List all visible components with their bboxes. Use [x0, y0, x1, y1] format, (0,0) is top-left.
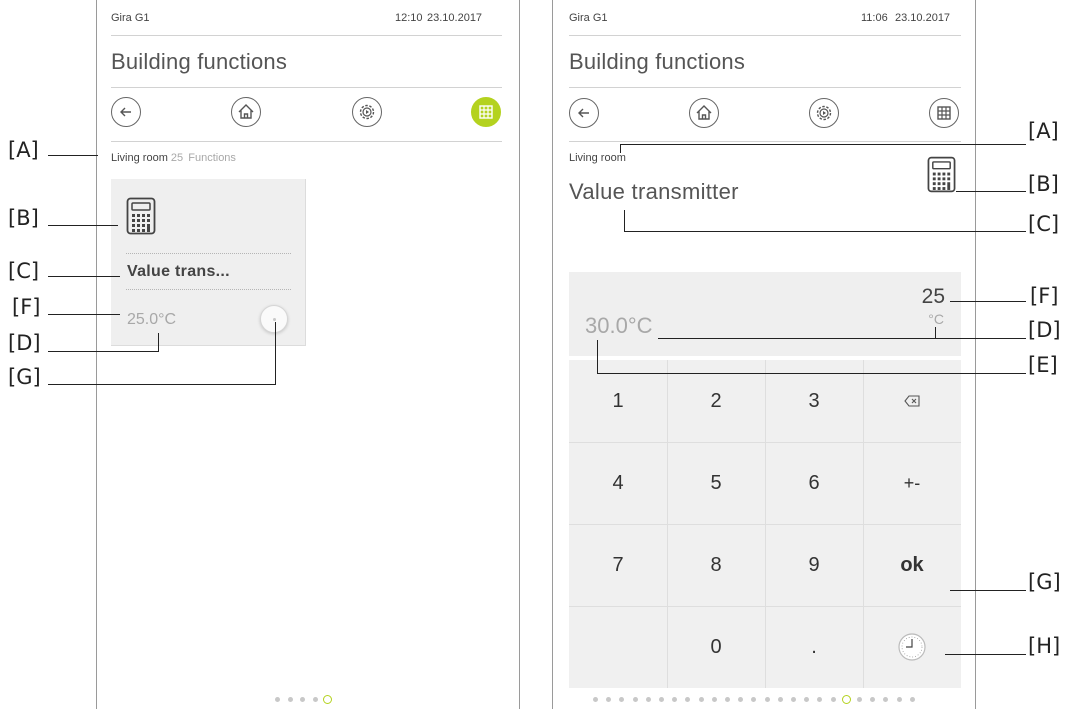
back-arrow-icon: [120, 107, 131, 117]
grid-button[interactable]: [929, 98, 959, 128]
key-7[interactable]: 7: [569, 524, 667, 606]
page-dot[interactable]: [830, 697, 836, 702]
status-date: 23.10.2017: [895, 12, 951, 24]
page-dot[interactable]: [751, 697, 757, 702]
callout-left-b: [B]: [8, 206, 39, 230]
tile-action-button[interactable]: [260, 305, 288, 333]
page-dot[interactable]: [883, 697, 889, 702]
clock-key[interactable]: [863, 606, 961, 688]
callout-left-d: [D]: [8, 331, 41, 355]
page-dot[interactable]: [870, 697, 876, 702]
status-app-name: Gira G1: [569, 12, 608, 24]
page-dot[interactable]: [312, 697, 318, 702]
tile-value: 25.0°C: [127, 311, 177, 328]
page-dot[interactable]: [619, 697, 625, 702]
home-button[interactable]: [689, 98, 719, 128]
breadcrumb-count: 25: [170, 152, 184, 164]
scenes-gear-icon: [816, 105, 832, 121]
scenes-gear-icon: [359, 104, 375, 120]
status-app-name: Gira G1: [111, 12, 150, 24]
page-dot[interactable]: [711, 697, 717, 702]
page-dot[interactable]: [606, 697, 612, 702]
page-dot-active[interactable]: [323, 695, 332, 704]
key-sign[interactable]: +-: [863, 442, 961, 524]
back-arrow-icon: [578, 108, 589, 118]
entry-unit: °C: [928, 311, 944, 327]
page-dot[interactable]: [685, 697, 691, 702]
page-dot[interactable]: [804, 697, 810, 702]
page-dot[interactable]: [909, 697, 915, 702]
page-dot[interactable]: [672, 697, 678, 702]
calculator-icon: [126, 197, 156, 235]
callout-right-e: [E]: [1028, 353, 1058, 377]
callout-right-f: [F]: [1030, 284, 1059, 308]
callout-left-g: [G]: [8, 365, 41, 389]
key-0[interactable]: 0: [667, 606, 765, 688]
key-9[interactable]: 9: [765, 524, 863, 606]
page-dot[interactable]: [593, 697, 598, 702]
entry-value: 25: [921, 285, 945, 308]
page-dot[interactable]: [857, 697, 862, 702]
page-dot[interactable]: [896, 697, 902, 702]
grid-button[interactable]: [471, 97, 501, 127]
home-button[interactable]: [231, 97, 261, 127]
breadcrumb-label: Functions: [188, 152, 236, 164]
callout-right-c: [C]: [1028, 212, 1060, 236]
grid-icon: [937, 106, 951, 120]
key-ok[interactable]: ok: [863, 524, 961, 606]
page-dot[interactable]: [287, 697, 293, 702]
callout-right-a: [A]: [1028, 119, 1059, 143]
status-time: 12:10: [395, 12, 423, 24]
scenes-button[interactable]: [809, 98, 839, 128]
callout-left-c: [C]: [8, 259, 40, 283]
callout-right-g: [G]: [1028, 570, 1061, 594]
grid-icon: [479, 105, 493, 119]
page-dot[interactable]: [300, 697, 305, 702]
value-display: 30.0°C 25 °C: [569, 272, 961, 356]
tile-label: Value trans...: [127, 263, 230, 280]
page-dot[interactable]: [764, 697, 770, 702]
page-title: Building functions: [111, 49, 288, 74]
page-dot[interactable]: [791, 697, 796, 702]
page-dot[interactable]: [632, 697, 638, 702]
page-dot[interactable]: [645, 697, 651, 702]
breadcrumb-room: Living room: [111, 152, 168, 164]
room-label: Living room: [569, 152, 626, 164]
function-title: Value transmitter: [569, 179, 739, 204]
callout-left-f: [F]: [12, 295, 41, 319]
callout-right-b: [B]: [1028, 172, 1059, 196]
key-5[interactable]: 5: [667, 442, 765, 524]
scenes-button[interactable]: [352, 97, 382, 127]
page-dot[interactable]: [698, 697, 704, 702]
page-dot[interactable]: [275, 697, 280, 702]
page-dot[interactable]: [659, 697, 664, 702]
key-8[interactable]: 8: [667, 524, 765, 606]
page-title: Building functions: [569, 49, 746, 74]
back-button[interactable]: [569, 98, 599, 128]
key-decimal[interactable]: .: [765, 606, 863, 688]
backspace-icon: [904, 395, 920, 407]
page-dot[interactable]: [817, 697, 823, 702]
page-dot[interactable]: [725, 697, 730, 702]
key-4[interactable]: 4: [569, 442, 667, 524]
key-6[interactable]: 6: [765, 442, 863, 524]
callout-left-a: [A]: [8, 138, 39, 162]
empty-key: [569, 606, 667, 688]
value-transmitter-tile[interactable]: Value trans... 25.0°C: [111, 179, 306, 346]
home-icon: [696, 105, 712, 120]
back-button[interactable]: [111, 97, 141, 127]
page-dot[interactable]: [738, 697, 744, 702]
status-time: 11:06: [861, 12, 888, 24]
page-dot[interactable]: [777, 697, 783, 702]
clock-icon: [898, 633, 926, 661]
current-value: 30.0°C: [585, 313, 653, 338]
home-icon: [238, 104, 254, 119]
breadcrumb: Living room 25 Functions: [111, 153, 236, 164]
callout-right-h: [H]: [1028, 634, 1061, 658]
calculator-icon: [927, 156, 956, 193]
callout-right-d: [D]: [1028, 318, 1061, 342]
status-date: 23.10.2017: [427, 12, 483, 24]
page-dot-active[interactable]: [841, 695, 851, 704]
